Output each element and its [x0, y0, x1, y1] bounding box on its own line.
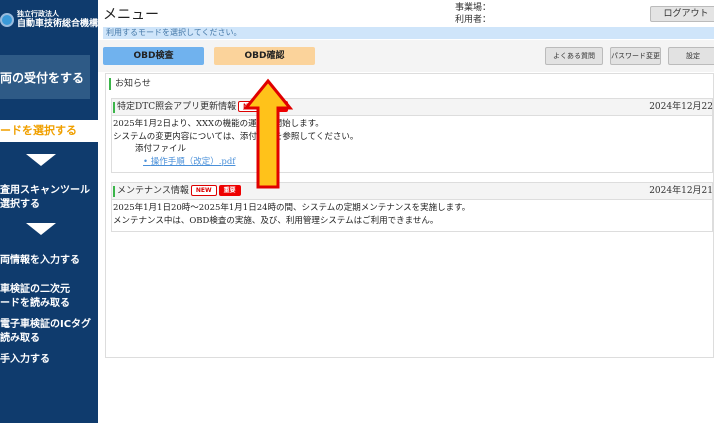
info-bar: 利用するモードを選択してください。 [103, 27, 714, 39]
notice-item: 特定DTC照会アプリ更新情報NEW重要2024年12月22日 2025年1月2日… [111, 98, 714, 173]
faq-button[interactable]: よくある質問 [545, 47, 603, 65]
obd-check-button[interactable]: OBD確認 [214, 47, 315, 65]
user-info: 事業場： 利用者： [455, 3, 492, 25]
up-arrow-annotation-icon [243, 78, 293, 189]
sidebar: 独立行政法人自動車技術総合機構 車両の受付をする ードを選択する 査用スキャンツ… [0, 0, 98, 423]
select-mode-step: ードを選択する [0, 120, 98, 142]
password-change-button[interactable]: パスワード変更 [610, 47, 661, 65]
notice-line: 2025年1月1日20時～2025年1月1日24時の間、システムの定期メンテナン… [113, 203, 471, 213]
org-logo: 独立行政法人 自動車技術総合機構 [0, 10, 98, 30]
attachment-label: 添付ファイル [135, 144, 187, 154]
logo-icon [0, 13, 14, 27]
notice-title: メンテナンス情報 [117, 186, 189, 196]
notices-panel: お知らせ 特定DTC照会アプリ更新情報NEW重要2024年12月22日 2025… [105, 73, 714, 358]
down-arrow-icon [26, 223, 56, 235]
manual-input-step: 手入力する [0, 354, 50, 365]
notice-line: メンテナンス中は、OBD検査の実施、及び、利用管理システムはご利用できません。 [113, 215, 439, 226]
reception-step[interactable]: 車両の受付をする [0, 55, 90, 99]
settings-button[interactable]: 設定 [668, 47, 714, 65]
new-badge: NEW [190, 185, 217, 196]
notice-line: 2025年1月2日より、XXXの機能の運用を開始します。 [113, 119, 324, 129]
scan-tool-step: 査用スキャンツール 選択する [0, 185, 90, 210]
important-badge: 重要 [218, 185, 241, 196]
down-arrow-icon [26, 154, 56, 166]
org-small: 独立行政法人 [17, 10, 59, 18]
obd-inspection-button[interactable]: OBD検査 [103, 47, 204, 65]
attachment-link[interactable]: 操作手順（改定）.pdf [113, 156, 711, 169]
page-title: メニュー [103, 7, 159, 23]
main: メニュー 事業場： 利用者： ログアウト 利用するモードを選択してください。 OB… [98, 0, 714, 423]
notice-date: 2024年12月22日 [649, 102, 714, 112]
notice-line: システムの変更内容については、添付資料を参照してください。 [113, 131, 359, 142]
notice-item: メンテナンス情報NEW重要 2024年12月21日 2025年1月1日20時～20… [111, 182, 714, 232]
notice-date: 2024年12月21日 [649, 186, 714, 196]
qr-step: 車検証の二次元 ードを読み取る [0, 284, 70, 309]
notice-title: 特定DTC照会アプリ更新情報 [117, 102, 237, 112]
org-name: 自動車技術総合機構 [17, 19, 98, 29]
ic-tag-step: 電子車検証のICタグ 読み取る [0, 319, 92, 344]
toolbar: OBD検査 OBD確認 よくある質問 パスワード変更 設定 [98, 40, 714, 72]
vehicle-info-step: 両情報を入力する [0, 255, 80, 266]
logout-button[interactable]: ログアウト [650, 6, 714, 22]
notices-heading: お知らせ [109, 78, 151, 90]
